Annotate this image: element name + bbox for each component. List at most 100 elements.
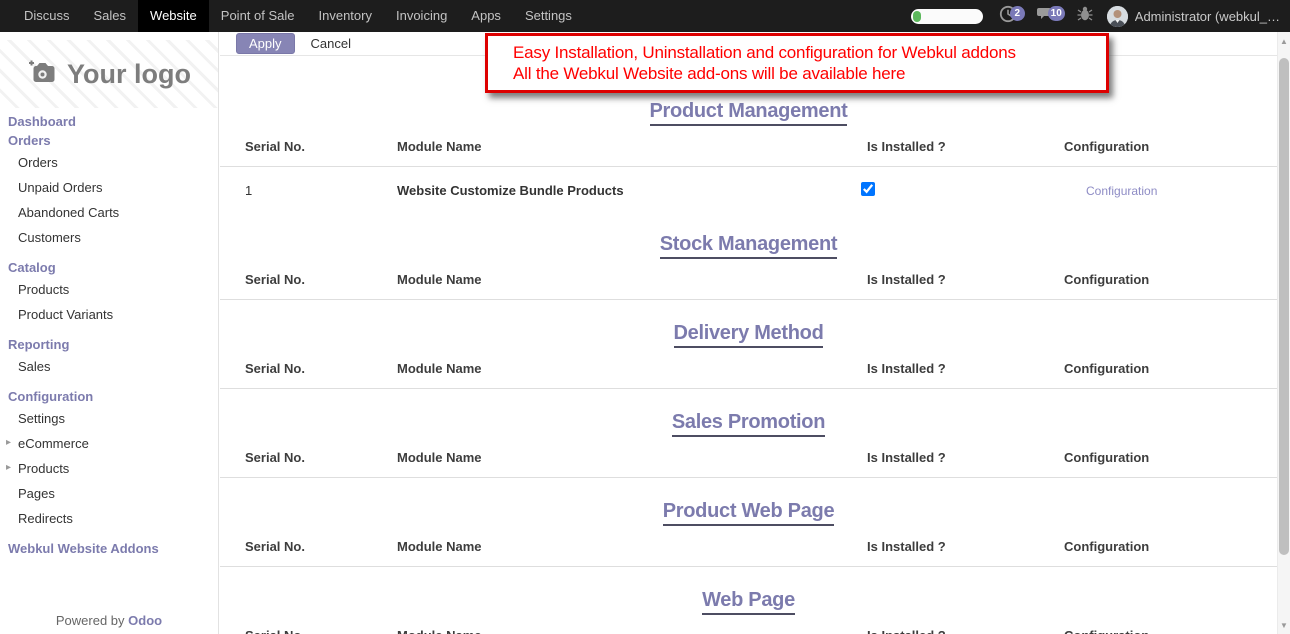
messages-button[interactable]: 10 xyxy=(1037,6,1057,26)
tab-apps[interactable]: Apps xyxy=(459,0,513,32)
tab-settings[interactable]: Settings xyxy=(513,0,584,32)
column-header-configuration: Configuration xyxy=(1064,361,1261,376)
message-count-badge: 10 xyxy=(1048,6,1065,21)
column-header-module: Module Name xyxy=(397,628,867,634)
annotation-line-2: All the Webkul Website add-ons will be a… xyxy=(513,63,1100,84)
section-title-link[interactable]: Product Management xyxy=(650,100,848,126)
section-title-link[interactable]: Web Page xyxy=(702,589,795,615)
company-logo: Your logo xyxy=(0,40,218,108)
sidebar-menu: Dashboard Orders Orders Unpaid Orders Ab… xyxy=(0,112,218,558)
column-header-installed: Is Installed ? xyxy=(867,139,1064,154)
module-name-cell: Website Customize Bundle Products xyxy=(397,183,867,198)
column-header-module: Module Name xyxy=(397,361,867,376)
divider xyxy=(220,477,1277,478)
timer-widget[interactable] xyxy=(911,9,983,24)
timer-progress xyxy=(913,11,921,22)
sidebar-item-label: Products xyxy=(18,461,69,476)
section-product-management: Product Management Serial No. Module Nam… xyxy=(220,100,1277,211)
column-header-module: Module Name xyxy=(397,139,867,154)
configuration-link[interactable]: Configuration xyxy=(1086,184,1157,198)
logo-text: Your logo xyxy=(67,59,191,90)
powered-by-label: Powered by xyxy=(56,613,125,628)
sidebar: Your logo Dashboard Orders Orders Unpaid… xyxy=(0,32,219,634)
scrollbar-thumb[interactable] xyxy=(1279,58,1289,555)
sidebar-item-redirects[interactable]: Redirects xyxy=(0,506,218,531)
sidebar-item-products[interactable]: Products xyxy=(0,277,218,302)
column-header-installed: Is Installed ? xyxy=(867,628,1064,634)
powered-by: Powered by Odoo xyxy=(0,613,218,628)
sidebar-item-ecommerce[interactable]: ▸ eCommerce xyxy=(0,431,218,456)
section-title-link[interactable]: Sales Promotion xyxy=(672,411,825,437)
caret-right-icon: ▸ xyxy=(6,437,11,448)
user-menu[interactable]: Administrator (webkul_… xyxy=(1107,6,1280,26)
table-header-row: Serial No. Module Name Is Installed ? Co… xyxy=(220,625,1277,634)
section-title-link[interactable]: Stock Management xyxy=(660,233,837,259)
column-header-installed: Is Installed ? xyxy=(867,361,1064,376)
scroll-down-icon[interactable]: ▼ xyxy=(1278,621,1290,630)
sidebar-item-product-variants[interactable]: Product Variants xyxy=(0,302,218,327)
serial-cell: 1 xyxy=(245,183,397,198)
sidebar-item-customers[interactable]: Customers xyxy=(0,225,218,250)
column-header-serial: Serial No. xyxy=(245,539,397,554)
column-header-module: Module Name xyxy=(397,272,867,287)
column-header-module: Module Name xyxy=(397,450,867,465)
caret-right-icon: ▸ xyxy=(6,462,11,473)
column-header-serial: Serial No. xyxy=(245,361,397,376)
sidebar-item-unpaid-orders[interactable]: Unpaid Orders xyxy=(0,175,218,200)
column-header-configuration: Configuration xyxy=(1064,139,1261,154)
table-header-row: Serial No. Module Name Is Installed ? Co… xyxy=(220,136,1277,156)
sidebar-item-orders[interactable]: Orders xyxy=(0,150,218,175)
section-title-link[interactable]: Product Web Page xyxy=(663,500,835,526)
vertical-scrollbar[interactable]: ▲ ▼ xyxy=(1277,32,1290,634)
bug-icon xyxy=(1077,5,1093,28)
sidebar-item-dashboard[interactable]: Dashboard xyxy=(0,112,218,131)
activity-count-badge: 2 xyxy=(1010,6,1025,21)
tab-sales[interactable]: Sales xyxy=(82,0,139,32)
column-header-configuration: Configuration xyxy=(1064,272,1261,287)
activities-button[interactable]: 2 xyxy=(999,6,1017,26)
column-header-installed: Is Installed ? xyxy=(867,450,1064,465)
module-sections: Product Management Serial No. Module Nam… xyxy=(220,100,1277,634)
annotation-callout: Easy Installation, Uninstallation and co… xyxy=(485,33,1109,93)
debug-button[interactable] xyxy=(1077,6,1093,26)
sidebar-item-settings[interactable]: Settings xyxy=(0,406,218,431)
sidebar-header-orders[interactable]: Orders xyxy=(0,131,218,150)
column-header-serial: Serial No. xyxy=(245,139,397,154)
tab-discuss[interactable]: Discuss xyxy=(12,0,82,32)
sidebar-header-configuration[interactable]: Configuration xyxy=(0,387,218,406)
scroll-up-icon[interactable]: ▲ xyxy=(1278,37,1290,46)
apply-button[interactable]: Apply xyxy=(236,33,295,54)
installed-cell xyxy=(867,182,1064,199)
section-title-link[interactable]: Delivery Method xyxy=(674,322,824,348)
sidebar-item-webkul-website-addons[interactable]: Webkul Website Addons xyxy=(0,539,218,558)
tab-point-of-sale[interactable]: Point of Sale xyxy=(209,0,307,32)
odoo-brand-link[interactable]: Odoo xyxy=(128,613,162,628)
column-header-serial: Serial No. xyxy=(245,628,397,634)
is-installed-checkbox[interactable] xyxy=(861,182,875,196)
tab-inventory[interactable]: Inventory xyxy=(307,0,384,32)
sidebar-item-abandoned-carts[interactable]: Abandoned Carts xyxy=(0,200,218,225)
column-header-installed: Is Installed ? xyxy=(867,539,1064,554)
cancel-button[interactable]: Cancel xyxy=(299,36,363,51)
section-title-row: Sales Promotion xyxy=(220,411,1277,435)
column-header-serial: Serial No. xyxy=(245,450,397,465)
table-header-row: Serial No. Module Name Is Installed ? Co… xyxy=(220,447,1277,467)
divider xyxy=(220,166,1277,167)
section-delivery-method: Delivery Method Serial No. Module Name I… xyxy=(220,322,1277,389)
module-row: 1 Website Customize Bundle Products Conf… xyxy=(220,169,1277,211)
column-header-installed: Is Installed ? xyxy=(867,272,1064,287)
divider xyxy=(220,566,1277,567)
sidebar-header-reporting[interactable]: Reporting xyxy=(0,335,218,354)
tab-website[interactable]: Website xyxy=(138,0,209,32)
tab-invoicing[interactable]: Invoicing xyxy=(384,0,459,32)
sidebar-item-config-products[interactable]: ▸ Products xyxy=(0,456,218,481)
section-sales-promotion: Sales Promotion Serial No. Module Name I… xyxy=(220,411,1277,478)
sidebar-item-sales[interactable]: Sales xyxy=(0,354,218,379)
section-stock-management: Stock Management Serial No. Module Name … xyxy=(220,233,1277,300)
sidebar-header-catalog[interactable]: Catalog xyxy=(0,258,218,277)
section-product-web-page: Product Web Page Serial No. Module Name … xyxy=(220,500,1277,567)
column-header-configuration: Configuration xyxy=(1064,539,1261,554)
sidebar-item-pages[interactable]: Pages xyxy=(0,481,218,506)
divider xyxy=(220,388,1277,389)
sidebar-item-label: eCommerce xyxy=(18,436,89,451)
